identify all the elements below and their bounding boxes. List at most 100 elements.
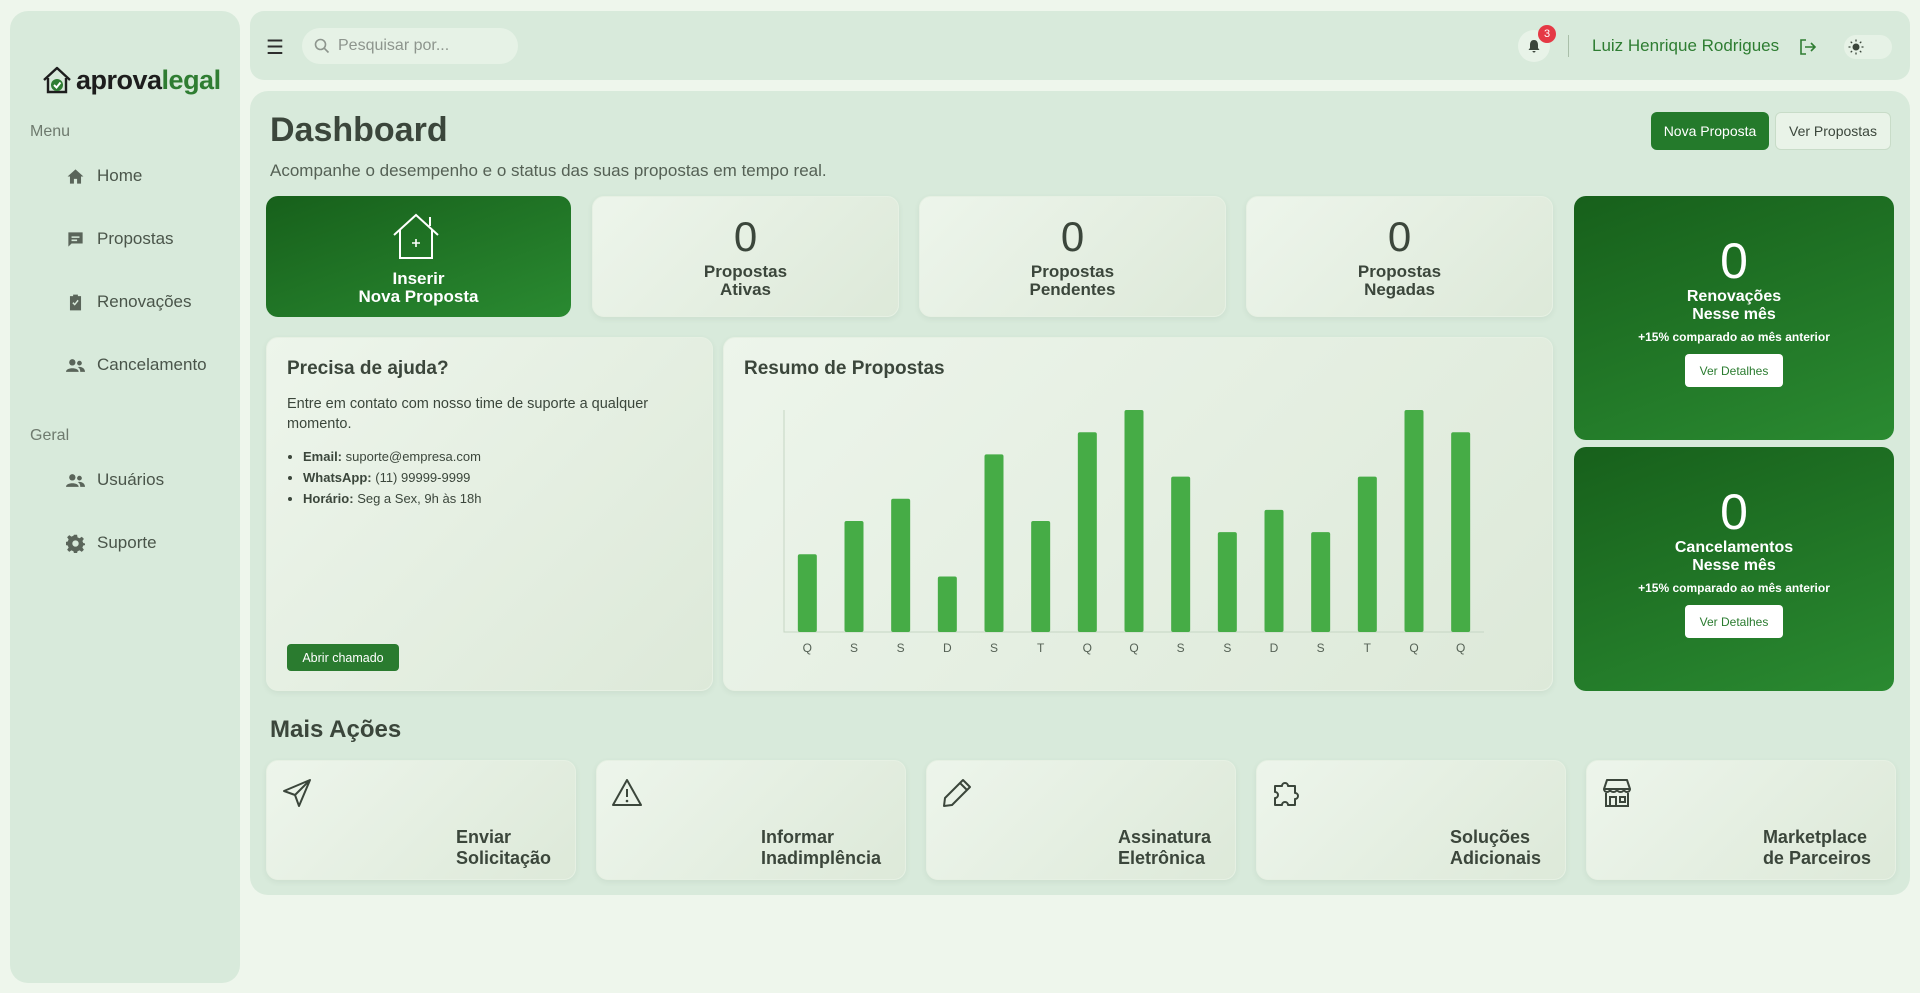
logout-icon bbox=[1800, 39, 1817, 55]
stat-value: 0 bbox=[1060, 213, 1085, 260]
contact-hours: Horário: Seg a Sex, 9h às 18h bbox=[303, 488, 482, 509]
sidebar-item-propostas[interactable]: Propostas bbox=[66, 225, 174, 253]
contact-whatsapp: WhatsApp: (11) 99999-9999 bbox=[303, 467, 482, 488]
notifications-button[interactable]: 3 bbox=[1518, 25, 1556, 62]
chart-tick-label: Q bbox=[1456, 641, 1465, 655]
chart-bar[interactable] bbox=[1171, 476, 1191, 632]
page-title: Dashboard bbox=[270, 111, 448, 149]
chart-tick-label: Q bbox=[1083, 641, 1092, 655]
sidebar-item-label: Usuários bbox=[97, 470, 165, 489]
renewals-label-line2: Nesse mês bbox=[1692, 306, 1776, 323]
page-subtitle: Acompanhe o desempenho e o status das su… bbox=[270, 161, 827, 180]
help-card: Precisa de ajuda? Entre em contato com n… bbox=[266, 337, 713, 691]
action-label-line2: Eletrônica bbox=[1117, 848, 1205, 868]
chart-tick-label: D bbox=[943, 641, 952, 655]
email-value: suporte@empresa.com bbox=[345, 449, 481, 464]
chart-bar[interactable] bbox=[1124, 410, 1144, 632]
stat-label-line2: Pendentes bbox=[1029, 280, 1116, 299]
chart-bar[interactable] bbox=[984, 454, 1004, 632]
logout-button[interactable] bbox=[1798, 37, 1818, 62]
stat-card-pendentes[interactable]: 0 Propostas Pendentes bbox=[919, 196, 1226, 317]
bar-chart: QSSDSTQQSSDSTQQ bbox=[783, 410, 1484, 655]
chart-bar[interactable] bbox=[1217, 532, 1237, 632]
chart-bar[interactable] bbox=[1404, 410, 1424, 632]
insert-card-line1: Inserir bbox=[392, 269, 445, 288]
store-icon bbox=[1601, 777, 1633, 814]
action-card-send-request[interactable]: Enviar Solicitação bbox=[266, 760, 576, 880]
contact-list: Email: suporte@empresa.com WhatsApp: (11… bbox=[303, 446, 482, 509]
chart-bar[interactable] bbox=[797, 554, 817, 632]
menu-section-label: Menu bbox=[30, 123, 71, 140]
chart-tick-label: Q bbox=[803, 641, 812, 655]
action-label-line1: Marketplace bbox=[1762, 827, 1867, 847]
chart-bar[interactable] bbox=[1357, 476, 1377, 632]
message-icon bbox=[68, 231, 83, 247]
search-input[interactable] bbox=[338, 37, 508, 55]
puzzle-icon bbox=[1271, 777, 1303, 814]
sidebar-item-usuarios[interactable]: Usuários bbox=[66, 466, 164, 494]
chart-bar[interactable] bbox=[1264, 509, 1284, 632]
action-label-line2: de Parceiros bbox=[1762, 848, 1871, 868]
sidebar-item-label: Home bbox=[97, 166, 143, 185]
user-name[interactable]: Luiz Henrique Rodrigues bbox=[1592, 36, 1779, 56]
users-icon bbox=[66, 358, 85, 372]
cancellations-comparison: +15% comparado ao mês anterior bbox=[1638, 581, 1830, 595]
search-box[interactable] bbox=[302, 28, 518, 64]
sidebar-item-renovacoes[interactable]: Renovações bbox=[66, 288, 192, 316]
action-label-line1: Assinatura bbox=[1117, 827, 1211, 847]
renewals-value: 0 bbox=[1720, 233, 1748, 289]
insert-proposal-card[interactable]: Inserir Nova Proposta bbox=[266, 196, 571, 317]
action-label-line2: Solicitação bbox=[455, 848, 551, 868]
main-panel: Dashboard Acompanhe o desempenho e o sta… bbox=[250, 91, 1910, 895]
chart-bar[interactable] bbox=[937, 576, 957, 633]
chart-bar[interactable] bbox=[844, 521, 864, 632]
sidebar-item-cancelamento[interactable]: Cancelamento bbox=[66, 351, 207, 379]
sidebar-item-label: Renovações bbox=[97, 292, 192, 311]
more-actions-title: Mais Ações bbox=[270, 716, 402, 743]
sun-icon bbox=[1848, 39, 1864, 55]
chart-bar[interactable] bbox=[1077, 432, 1097, 632]
stat-label-line1: Propostas bbox=[703, 262, 788, 281]
chart-bar[interactable] bbox=[1311, 532, 1331, 632]
cancellations-card: 0 Cancelamentos Nesse mês +15% comparado… bbox=[1574, 447, 1894, 691]
action-label: Soluções Adicionais bbox=[1450, 827, 1541, 869]
chart-bar[interactable] bbox=[1031, 521, 1051, 632]
sidebar-item-suporte[interactable]: Suporte bbox=[66, 529, 157, 557]
hamburger-menu-icon[interactable]: ☰ bbox=[266, 35, 284, 60]
renewals-comparison: +15% comparado ao mês anterior bbox=[1638, 330, 1830, 344]
stat-card-negadas[interactable]: 0 Propostas Negadas bbox=[1246, 196, 1553, 317]
house-plus-icon bbox=[393, 213, 439, 259]
chart-tick-label: Q bbox=[1409, 641, 1418, 655]
chart-tick-label: Q bbox=[1129, 641, 1138, 655]
action-card-additional-solutions[interactable]: Soluções Adicionais bbox=[1256, 760, 1566, 880]
action-card-e-signature[interactable]: Assinatura Eletrônica bbox=[926, 760, 1236, 880]
cancellations-value: 0 bbox=[1720, 484, 1748, 540]
action-label: Informar Inadimplência bbox=[761, 827, 881, 869]
cancellations-label-line2: Nesse mês bbox=[1692, 557, 1776, 574]
help-text: Entre em contato com nosso time de supor… bbox=[287, 396, 649, 432]
topbar: ☰ 3 Luiz Henrique Rodrigues bbox=[250, 11, 1910, 80]
cancellations-details-button[interactable]: Ver Detalhes bbox=[1685, 605, 1783, 638]
renewals-details-button[interactable]: Ver Detalhes bbox=[1685, 354, 1783, 387]
action-label-line1: Enviar bbox=[455, 827, 511, 847]
notification-badge: 3 bbox=[1538, 25, 1556, 43]
view-proposals-button[interactable]: Ver Propostas bbox=[1775, 112, 1891, 150]
chart-bar[interactable] bbox=[891, 498, 911, 632]
open-ticket-button[interactable]: Abrir chamado bbox=[287, 644, 399, 671]
send-icon bbox=[281, 777, 313, 814]
action-card-report-default[interactable]: Informar Inadimplência bbox=[596, 760, 906, 880]
action-label: Enviar Solicitação bbox=[456, 827, 551, 869]
logo[interactable]: aprovalegal bbox=[40, 63, 221, 97]
chart-bar[interactable] bbox=[1451, 432, 1471, 632]
chart-tick-label: T bbox=[1037, 641, 1045, 655]
chart-tick-label: S bbox=[990, 641, 998, 655]
theme-toggle[interactable] bbox=[1844, 35, 1892, 59]
sidebar-item-home[interactable]: Home bbox=[66, 162, 142, 190]
new-proposal-button[interactable]: Nova Proposta bbox=[1651, 112, 1769, 150]
users-icon bbox=[66, 473, 85, 487]
stat-card-ativas[interactable]: 0 Propostas Ativas bbox=[592, 196, 899, 317]
action-card-partner-marketplace[interactable]: Marketplace de Parceiros bbox=[1586, 760, 1896, 880]
whatsapp-label: WhatsApp: bbox=[303, 470, 372, 485]
action-label: Marketplace de Parceiros bbox=[1763, 827, 1871, 869]
stat-label-line2: Ativas bbox=[719, 280, 772, 299]
